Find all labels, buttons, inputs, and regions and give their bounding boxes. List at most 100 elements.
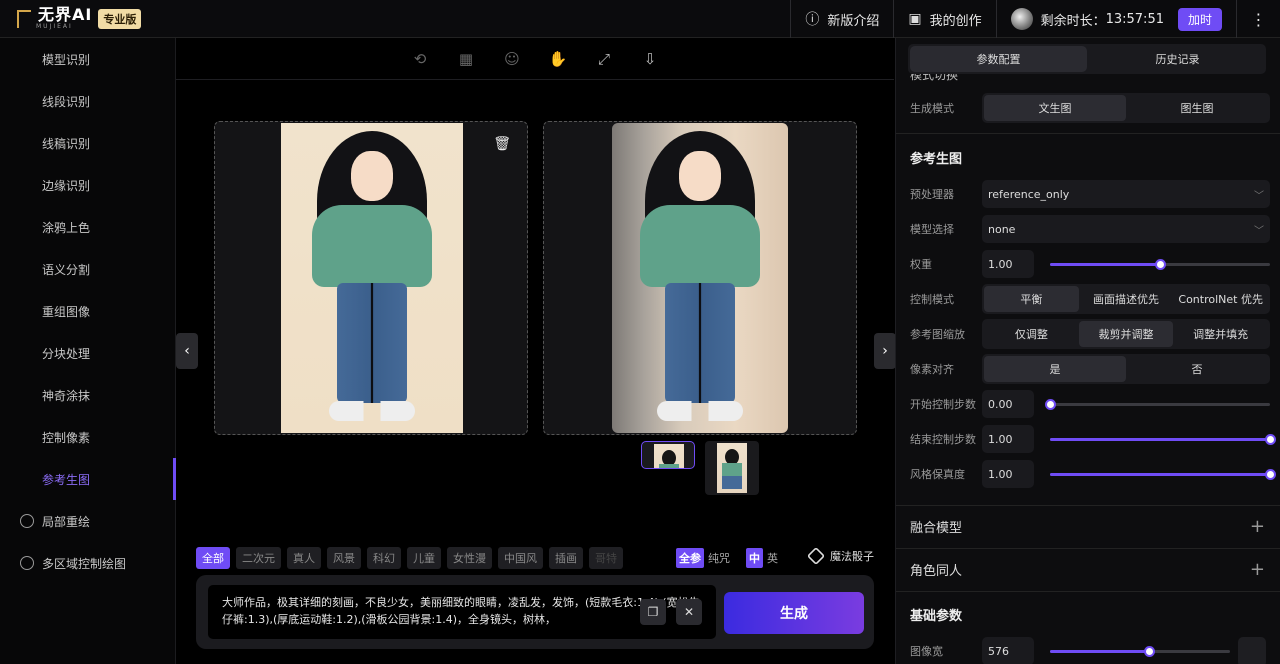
- logo-subtext: MUJIEAI: [36, 23, 73, 30]
- tag-gothic[interactable]: 哥特: [589, 547, 623, 569]
- magic-dice-button[interactable]: 魔法骰子: [806, 546, 874, 566]
- close-icon[interactable]: ✕: [676, 599, 702, 625]
- info-icon: ⓘ: [805, 12, 820, 28]
- settings-panel: 参数配置 历史记录 模式切换 生成模式 文生图 图生图 参考生图 预处理器 re…: [895, 38, 1280, 664]
- resize-fill[interactable]: 调整并填充: [1173, 321, 1268, 347]
- result-image-frame[interactable]: [543, 121, 857, 435]
- download-icon[interactable]: ⇩: [638, 47, 662, 71]
- sidebar-item-lineart[interactable]: 线稿识别: [0, 122, 175, 164]
- start-step-input[interactable]: 0.00: [982, 390, 1034, 418]
- chevron-right-icon[interactable]: ›: [874, 333, 896, 369]
- tag-scifi[interactable]: 科幻: [367, 547, 401, 569]
- weight-slider[interactable]: [1050, 250, 1270, 278]
- tag-landscape[interactable]: 风景: [327, 547, 361, 569]
- remaining-time: 剩余时长： 13:57:51 加时: [995, 0, 1236, 38]
- generate-button[interactable]: 生成: [724, 592, 864, 634]
- end-step-input[interactable]: 1.00: [982, 425, 1034, 453]
- toggle-full[interactable]: 全参: [676, 548, 704, 568]
- pixel-align-yes[interactable]: 是: [984, 356, 1126, 382]
- gen-mode-text2img[interactable]: 文生图: [984, 95, 1126, 121]
- resize-crop[interactable]: 裁剪并调整: [1078, 321, 1174, 347]
- pixel-align-no[interactable]: 否: [1126, 356, 1268, 382]
- sidebar-item-label: 涂鸦上色: [42, 220, 91, 235]
- sidebar-item-inpaint-magic[interactable]: 神奇涂抹: [0, 374, 175, 416]
- sidebar-item-tile[interactable]: 分块处理: [0, 332, 175, 374]
- tag-real[interactable]: 真人: [287, 547, 321, 569]
- sidebar-item-segmentation[interactable]: 语义分割: [0, 248, 175, 290]
- reference-image-frame[interactable]: 🗑: [214, 121, 528, 435]
- inpaint-icon: [20, 514, 34, 528]
- reset-icon[interactable]: ⟲: [408, 47, 432, 71]
- fullscreen-icon[interactable]: ⤢: [592, 47, 616, 71]
- width-stepper[interactable]: [1238, 637, 1266, 664]
- gen-mode-row: 生成模式 文生图 图生图: [910, 93, 1270, 123]
- param-mode-toggle[interactable]: 全参 纯咒: [676, 548, 730, 568]
- sidebar-item-label: 神奇涂抹: [42, 388, 91, 403]
- tag-female-comic[interactable]: 女性漫: [447, 547, 492, 569]
- sidebar-item-multi-region[interactable]: 多区域控制绘图: [0, 542, 175, 584]
- toggle-pure[interactable]: 纯咒: [708, 550, 730, 566]
- tag-kids[interactable]: 儿童: [407, 547, 441, 569]
- tag-chinese[interactable]: 中国风: [498, 547, 543, 569]
- chevron-left-icon[interactable]: ‹: [176, 333, 198, 369]
- sidebar-item-model-recognition[interactable]: 模型识别: [0, 38, 175, 80]
- gen-mode-img2img[interactable]: 图生图: [1126, 95, 1268, 121]
- resize-row: 参考图缩放 仅调整 裁剪并调整 调整并填充: [910, 319, 1270, 349]
- face-icon[interactable]: ☺: [500, 47, 524, 71]
- section-basic: 基础参数: [910, 609, 963, 624]
- control-mode-prompt[interactable]: 画面描述优先: [1079, 286, 1174, 312]
- my-creations-link[interactable]: ▣ 我的创作: [893, 0, 995, 38]
- hand-icon[interactable]: ✋: [546, 47, 570, 71]
- resize-only[interactable]: 仅调整: [984, 321, 1079, 347]
- section-reference: 参考生图: [910, 152, 963, 167]
- end-step-slider[interactable]: [1050, 425, 1276, 453]
- avatar[interactable]: [1010, 8, 1033, 30]
- width-row: 图像宽 576: [910, 636, 1230, 664]
- fold-role[interactable]: 角色同人 +: [896, 548, 1280, 590]
- tag-illustration[interactable]: 插画: [549, 547, 583, 569]
- tab-history[interactable]: 历史记录: [1089, 44, 1266, 74]
- sidebar-item-pixel-control[interactable]: 控制像素: [0, 416, 175, 458]
- add-time-button[interactable]: 加时: [1177, 7, 1222, 31]
- style-fidelity-slider[interactable]: [1050, 460, 1276, 488]
- release-notes-link[interactable]: ⓘ 新版介绍: [790, 0, 893, 38]
- logo[interactable]: 无界AI MUJIEAI 专业版: [14, 0, 142, 38]
- fold-role-label: 角色同人: [910, 564, 963, 579]
- model-select[interactable]: none ﹀: [982, 215, 1270, 243]
- result-thumbnail[interactable]: [641, 441, 695, 469]
- tab-params[interactable]: 参数配置: [910, 46, 1087, 72]
- tag-anime[interactable]: 二次元: [236, 547, 281, 569]
- compare-icon[interactable]: ▦: [454, 47, 478, 71]
- toggle-en[interactable]: 英: [767, 550, 778, 566]
- copy-icon[interactable]: ❐: [640, 599, 666, 625]
- control-mode-balanced[interactable]: 平衡: [984, 286, 1079, 312]
- sidebar-item-edge[interactable]: 边缘识别: [0, 164, 175, 206]
- fold-merge-model[interactable]: 融合模型 +: [896, 505, 1280, 547]
- resize-label: 参考图缩放: [910, 328, 965, 341]
- weight-input[interactable]: 1.00: [982, 250, 1034, 278]
- result-thumbnail[interactable]: [705, 441, 759, 495]
- sidebar-item-reference[interactable]: 参考生图: [0, 458, 176, 500]
- sidebar-item-scribble[interactable]: 涂鸦上色: [0, 206, 175, 248]
- sidebar-item-label: 语义分割: [42, 262, 91, 277]
- preprocessor-select[interactable]: reference_only ﹀: [982, 180, 1270, 208]
- language-toggle[interactable]: 中 英: [746, 548, 778, 568]
- trash-icon[interactable]: 🗑: [493, 136, 511, 152]
- sidebar-item-label: 分块处理: [42, 346, 91, 361]
- sidebar-item-line-segment[interactable]: 线段识别: [0, 80, 175, 122]
- width-slider[interactable]: [1050, 637, 1230, 664]
- control-mode-controlnet[interactable]: ControlNet 优先: [1173, 286, 1268, 312]
- tag-all[interactable]: 全部: [196, 547, 230, 569]
- pixel-align-label: 像素对齐: [910, 363, 954, 376]
- plus-icon: +: [1249, 516, 1265, 537]
- toggle-cn[interactable]: 中: [746, 548, 763, 568]
- width-input[interactable]: 576: [982, 637, 1034, 664]
- sidebar-item-inpaint[interactable]: 局部重绘: [0, 500, 175, 542]
- sidebar-item-shuffle[interactable]: 重组图像: [0, 290, 175, 332]
- sidebar-item-label: 模型识别: [42, 52, 91, 67]
- start-step-slider[interactable]: [1045, 390, 1270, 418]
- preprocessor-value: reference_only: [988, 187, 1070, 201]
- style-fidelity-input[interactable]: 1.00: [982, 460, 1034, 488]
- chevron-down-icon: ﹀: [1254, 225, 1264, 237]
- more-vertical-icon[interactable]: ⋮: [1236, 0, 1280, 38]
